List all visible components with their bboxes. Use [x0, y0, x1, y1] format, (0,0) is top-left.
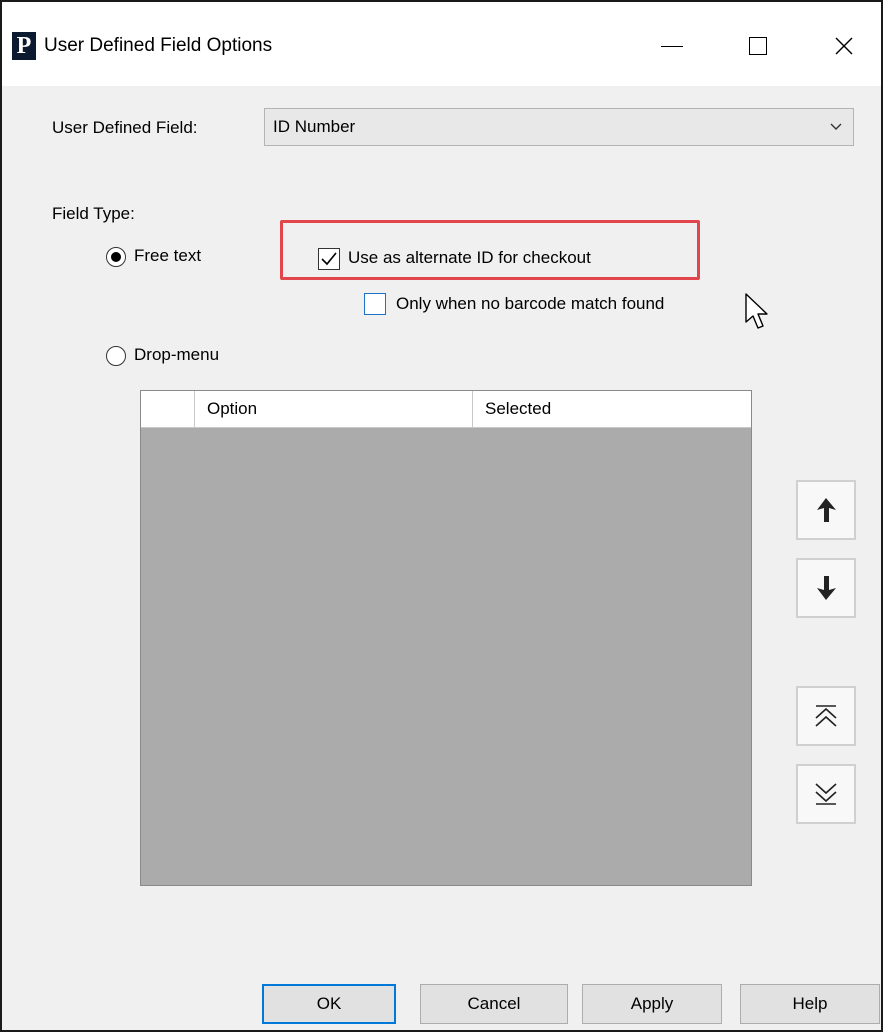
chevron-down-icon	[830, 123, 842, 130]
checkmark-icon	[321, 252, 337, 266]
field-type-label: Field Type:	[52, 204, 135, 223]
dialog-window: P User Defined Field Options User Define…	[0, 0, 883, 1032]
move-up-button[interactable]	[796, 480, 856, 540]
apply-button[interactable]: Apply	[582, 984, 722, 1024]
table-header: Option Selected	[141, 391, 751, 428]
ok-button[interactable]: OK	[262, 984, 396, 1024]
maximize-button[interactable]	[728, 24, 788, 68]
close-button[interactable]	[814, 24, 874, 68]
minimize-icon	[661, 45, 683, 47]
column-header-option[interactable]: Option	[195, 391, 473, 427]
free-text-label[interactable]: Free text	[134, 246, 201, 266]
field-select-value: ID Number	[273, 117, 356, 136]
minimize-button[interactable]	[642, 24, 702, 68]
double-chevron-down-icon	[815, 783, 837, 805]
move-to-top-button[interactable]	[796, 686, 856, 746]
no-barcode-checkbox[interactable]	[364, 293, 386, 315]
column-header-selected[interactable]: Selected	[473, 391, 751, 427]
app-logo-icon: P	[12, 32, 36, 60]
move-to-bottom-button[interactable]	[796, 764, 856, 824]
field-label: User Defined Field:	[52, 118, 198, 137]
arrow-up-icon	[817, 498, 836, 522]
alternate-id-label[interactable]: Use as alternate ID for checkout	[348, 248, 591, 268]
alternate-id-checkbox[interactable]	[318, 248, 340, 270]
close-icon	[835, 37, 853, 55]
window-title: User Defined Field Options	[44, 35, 273, 56]
title-bar: P User Defined Field Options	[2, 2, 881, 86]
move-down-button[interactable]	[796, 558, 856, 618]
options-table[interactable]: Option Selected	[140, 390, 752, 886]
mouse-cursor-icon	[745, 293, 768, 329]
row-header-column	[141, 391, 195, 427]
double-chevron-up-icon	[815, 705, 837, 727]
arrow-down-icon	[817, 576, 836, 600]
maximize-icon	[749, 37, 767, 55]
radio-selected-dot	[111, 252, 121, 262]
free-text-radio[interactable]	[106, 247, 126, 267]
no-barcode-label[interactable]: Only when no barcode match found	[396, 294, 664, 314]
drop-menu-label[interactable]: Drop-menu	[134, 345, 219, 365]
cancel-button[interactable]: Cancel	[420, 984, 568, 1024]
help-button[interactable]: Help	[740, 984, 880, 1024]
drop-menu-radio[interactable]	[106, 346, 126, 366]
field-select[interactable]: ID Number	[264, 108, 854, 146]
